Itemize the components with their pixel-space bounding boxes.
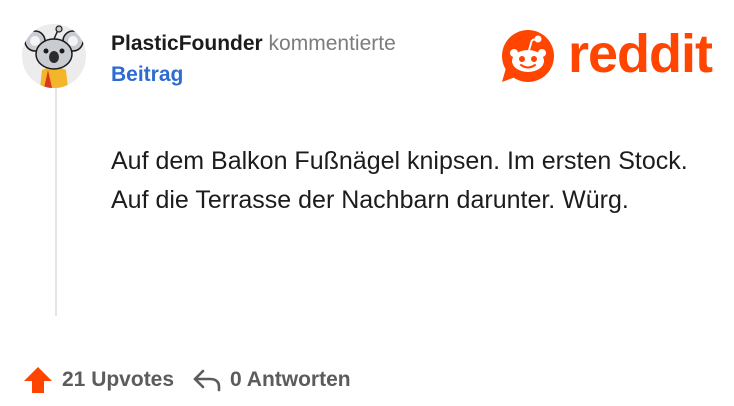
reddit-wordmark: reddit [568, 24, 713, 84]
comment-footer: 21 Upvotes 0 Antworten [22, 362, 351, 398]
reddit-logo: reddit [500, 24, 714, 84]
upvote-arrow-icon[interactable] [22, 364, 54, 396]
user-avatar[interactable] [22, 24, 86, 88]
upvote-count: 21 Upvotes [62, 368, 175, 391]
thread-line [55, 88, 57, 316]
reply-count[interactable]: 0 Antworten [230, 368, 351, 392]
reply-arrow-icon[interactable] [192, 366, 222, 394]
post-link[interactable]: Beitrag [111, 59, 396, 90]
author-username[interactable]: PlasticFounder [111, 32, 263, 55]
comment-header: PlasticFounder kommentierte Beitrag [111, 28, 396, 90]
comment-body: Auf dem Balkon Fußnägel knipsen. Im erst… [111, 147, 688, 214]
snoo-koala-avatar-icon [22, 24, 86, 88]
comment-action-text: kommentierte [268, 32, 396, 55]
reddit-snoo-icon [502, 30, 554, 82]
